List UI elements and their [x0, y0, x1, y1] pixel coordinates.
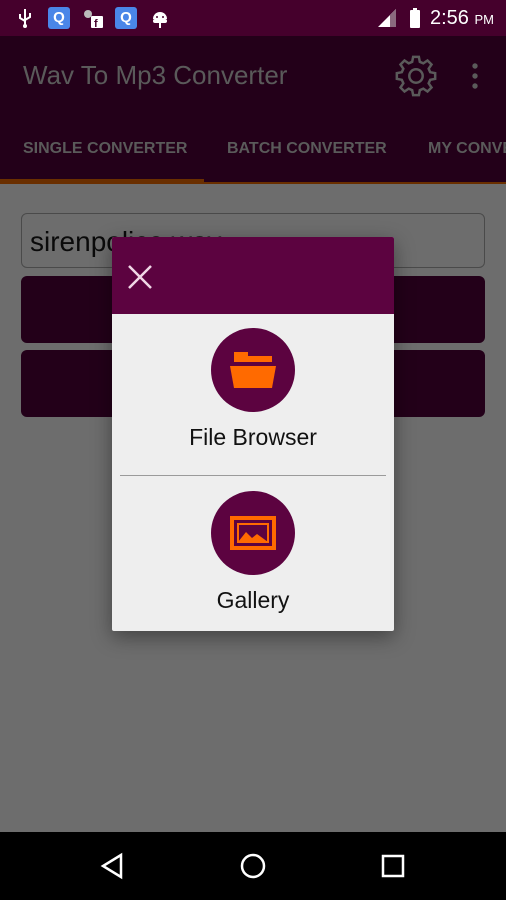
tab-single-converter[interactable]: SINGLE CONVERTER — [23, 140, 187, 158]
battery-icon — [410, 8, 420, 28]
app-bar: Wav To Mp3 Converter — [0, 36, 506, 114]
tab-batch-converter[interactable]: BATCH CONVERTER — [227, 140, 387, 158]
signal-icon — [378, 9, 396, 27]
android-icon — [153, 12, 167, 28]
gallery-option[interactable]: Gallery — [112, 491, 394, 614]
facebook-notification-icon: f — [84, 10, 103, 29]
clock: 2:56 PM — [430, 7, 494, 29]
file-browser-label: File Browser — [189, 424, 317, 450]
gallery-label: Gallery — [216, 587, 290, 613]
dialog-header — [112, 237, 394, 314]
tab-bar: SINGLE CONVERTER BATCH CONVERTER MY CONV… — [0, 114, 506, 184]
back-icon[interactable] — [99, 852, 127, 880]
home-icon[interactable] — [239, 852, 267, 880]
svg-text:f: f — [94, 18, 98, 29]
status-bar: Q f Q 2:56 PM — [0, 0, 506, 36]
close-icon[interactable] — [126, 263, 154, 291]
app-title: Wav To Mp3 Converter — [23, 60, 288, 90]
navigation-bar — [0, 832, 506, 900]
image-icon — [230, 516, 276, 550]
gallery-button[interactable] — [211, 491, 295, 575]
tab-my-conversions[interactable]: MY CONVERSIONS — [428, 140, 506, 158]
more-vert-icon[interactable] — [466, 62, 484, 90]
recents-icon[interactable] — [379, 852, 407, 880]
gear-icon[interactable] — [393, 53, 439, 99]
file-browser-button[interactable] — [211, 328, 295, 412]
search-app-icon: Q — [48, 7, 70, 29]
usb-icon — [19, 9, 31, 28]
source-picker-dialog: File Browser Gallery — [112, 237, 394, 631]
folder-open-icon — [230, 352, 276, 388]
search-app-icon: Q — [115, 7, 137, 29]
tab-indicator — [0, 179, 204, 184]
file-browser-option[interactable]: File Browser — [112, 328, 394, 451]
divider — [120, 475, 386, 476]
